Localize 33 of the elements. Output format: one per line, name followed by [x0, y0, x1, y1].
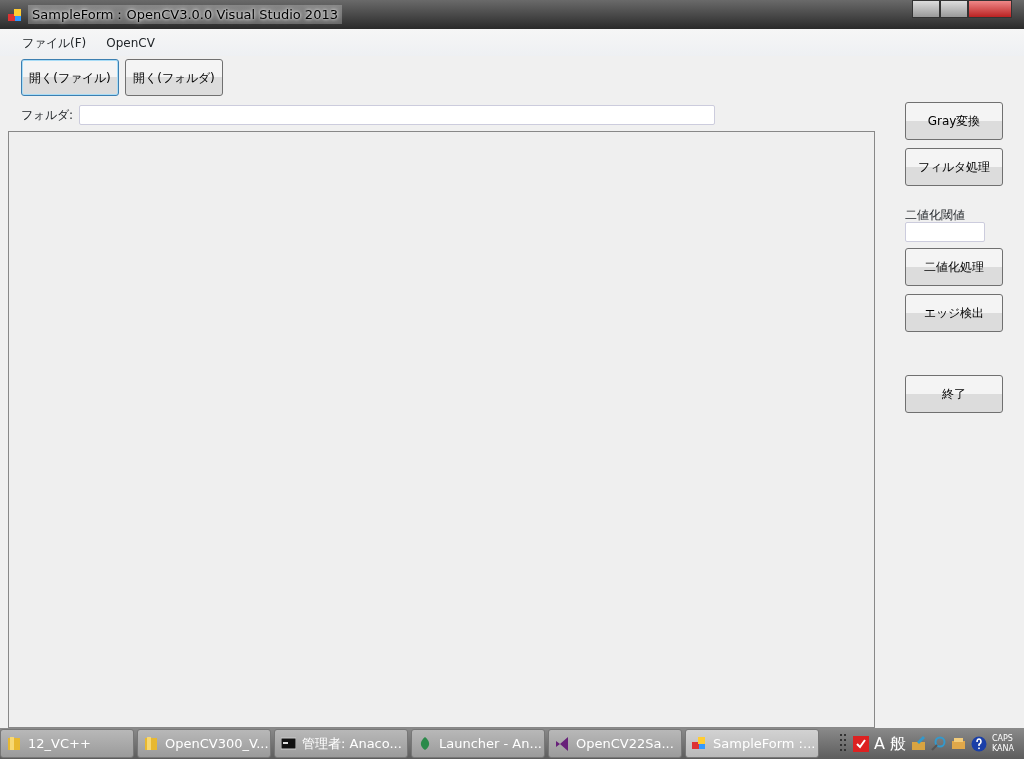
- brush-icon: [910, 736, 926, 751]
- open-button[interactable]: 開く(フォルダ): [125, 59, 223, 96]
- action-button[interactable]: 終了: [905, 375, 1003, 413]
- caps-indicator: CAPS: [991, 733, 1014, 744]
- ime-mode[interactable]: A: [874, 731, 885, 756]
- help-icon: [970, 735, 987, 752]
- action-button[interactable]: フィルタ処理: [905, 148, 1003, 186]
- folder-icon: [7, 736, 22, 751]
- menu-item[interactable]: OpenCV: [106, 33, 155, 52]
- checkmark-icon: [853, 735, 869, 752]
- maximize-button[interactable]: [940, 0, 968, 18]
- menu-item[interactable]: ファイル(F): [22, 33, 87, 52]
- folder-label: フォルダ:: [21, 106, 74, 124]
- magnifier-icon: [930, 736, 946, 751]
- action-button[interactable]: Gray変換: [905, 102, 1003, 140]
- threshold-label: 二値化閾値: [905, 207, 966, 222]
- ribbon-icon: [555, 736, 570, 751]
- window-title: SampleForm：OpenCV3.0.0 Visual Studio 2013: [28, 4, 342, 25]
- close-button[interactable]: [968, 0, 1012, 18]
- threshold-field[interactable]: [905, 222, 985, 242]
- app-icon: [692, 736, 707, 751]
- app-icon: [8, 7, 22, 22]
- folder-icon: [144, 736, 159, 751]
- action-button[interactable]: 二値化処理: [905, 248, 1003, 286]
- box-icon: [950, 736, 966, 751]
- console-icon: [281, 736, 296, 751]
- grid-icon: [840, 733, 848, 754]
- folder-field[interactable]: [79, 104, 716, 125]
- kana-indicator: KANA: [991, 743, 1014, 754]
- ime-kana[interactable]: 般: [889, 731, 906, 756]
- minimize-button[interactable]: [912, 0, 940, 18]
- action-button[interactable]: エッジ検出: [905, 294, 1003, 332]
- open-button[interactable]: 開く(ファイル): [21, 59, 119, 96]
